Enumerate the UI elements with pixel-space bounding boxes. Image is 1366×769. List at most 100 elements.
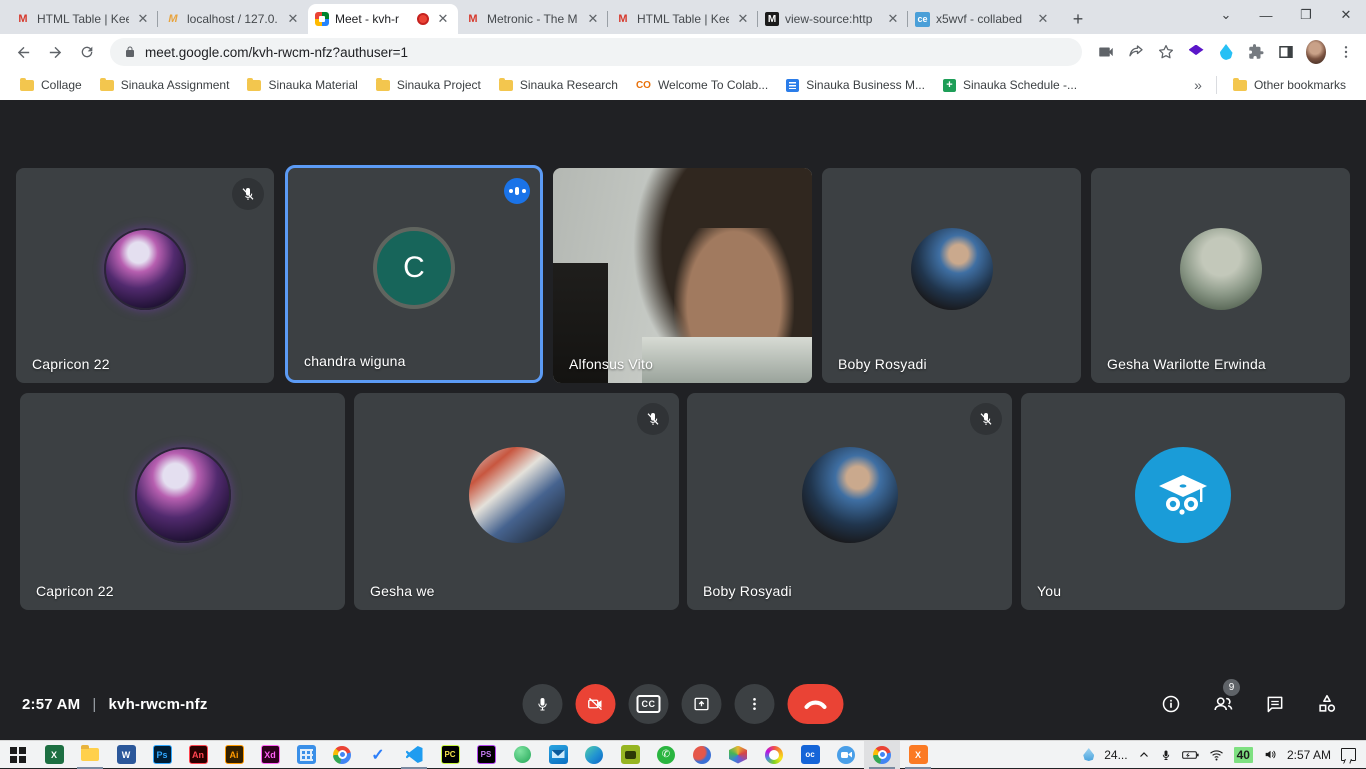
side-panel-icon[interactable] xyxy=(1276,42,1296,62)
participant-tile-capricon22[interactable]: Capricon 22 xyxy=(16,168,274,383)
end-call-button[interactable] xyxy=(788,684,844,724)
taskbar-calendar-app[interactable] xyxy=(288,741,324,769)
tab-collabedit[interactable]: ce x5wvf - collabed ✕ xyxy=(908,4,1058,34)
taskbar-green-app[interactable] xyxy=(504,741,540,769)
tab-html-table-2[interactable]: M HTML Table | Kee ✕ xyxy=(608,4,758,34)
taskbar-vscode[interactable] xyxy=(396,741,432,769)
taskbar-file-explorer[interactable] xyxy=(72,741,108,769)
tab-meet-active[interactable]: Meet - kvh-r ✕ xyxy=(308,4,458,34)
tab-close-icon[interactable]: ✕ xyxy=(885,11,901,27)
taskbar-oc-app[interactable]: oc xyxy=(792,741,828,769)
weather-temp[interactable]: 24... xyxy=(1104,748,1127,762)
bookmark-sinauka-project[interactable]: Sinauka Project xyxy=(368,74,489,96)
weather-drop-icon[interactable] xyxy=(1083,748,1094,761)
wifi-icon[interactable] xyxy=(1209,749,1224,761)
taskbar-color-wheel-app[interactable] xyxy=(756,741,792,769)
microphone-button[interactable] xyxy=(523,684,563,724)
bookmarks-overflow-chevron[interactable]: » xyxy=(1188,77,1208,93)
taskbar-adobe-xd[interactable]: Xd xyxy=(252,741,288,769)
divider: | xyxy=(92,696,96,713)
taskbar-edge[interactable] xyxy=(576,741,612,769)
bookmark-sinauka-material[interactable]: Sinauka Material xyxy=(239,74,365,96)
tab-html-table-1[interactable]: M HTML Table | Kee ✕ xyxy=(8,4,158,34)
taskbar-illustrator[interactable]: Ai xyxy=(216,741,252,769)
taskbar-chrome[interactable] xyxy=(324,741,360,769)
participants-button[interactable]: 9 xyxy=(1210,691,1236,717)
tab-close-icon[interactable]: ✕ xyxy=(435,11,451,27)
participant-tile-chandra-speaking[interactable]: C chandra wiguna xyxy=(285,165,543,383)
new-tab-button[interactable]: + xyxy=(1064,5,1092,33)
forward-icon[interactable] xyxy=(42,39,68,65)
participant-tile-you[interactable]: You xyxy=(1021,393,1345,610)
activities-button[interactable] xyxy=(1314,691,1340,717)
reload-icon[interactable] xyxy=(74,39,100,65)
restore-button[interactable]: ❐ xyxy=(1286,0,1326,30)
participant-tile-capricon22-2[interactable]: Capricon 22 xyxy=(20,393,345,610)
camera-off-button[interactable] xyxy=(576,684,616,724)
taskbar-bird-app[interactable] xyxy=(684,741,720,769)
participant-tile-gesha-1[interactable]: Gesha Warilotte Erwinda xyxy=(1091,168,1350,383)
bookmark-sinauka-business[interactable]: Sinauka Business M... xyxy=(778,74,933,96)
tray-mic-icon[interactable] xyxy=(1160,748,1172,762)
start-button[interactable] xyxy=(0,741,36,769)
taskbar-screen-recorder[interactable] xyxy=(612,741,648,769)
taskbar-xampp[interactable]: X xyxy=(900,741,936,769)
captions-button[interactable]: CC xyxy=(629,684,669,724)
back-icon[interactable] xyxy=(10,39,36,65)
volume-icon[interactable] xyxy=(1263,748,1277,761)
taskbar-mail[interactable] xyxy=(540,741,576,769)
other-bookmarks[interactable]: Other bookmarks xyxy=(1225,74,1354,96)
bookmark-sinauka-schedule[interactable]: Sinauka Schedule -... xyxy=(935,74,1085,96)
taskbar-whatsapp[interactable]: ✆ xyxy=(648,741,684,769)
browser-menu-kebab-icon[interactable] xyxy=(1336,42,1356,62)
present-button[interactable] xyxy=(682,684,722,724)
chat-button[interactable] xyxy=(1262,691,1288,717)
tab-close-icon[interactable]: ✕ xyxy=(735,11,751,27)
tray-clock[interactable]: 2:57 AM xyxy=(1287,748,1331,762)
taskbar-chrome-active[interactable] xyxy=(864,741,900,769)
taskbar-check-app[interactable]: ✓ xyxy=(360,741,396,769)
taskbar-pycharm[interactable]: PC xyxy=(432,741,468,769)
participant-tile-gesha-we[interactable]: Gesha we xyxy=(354,393,679,610)
taskbar-zoom-app[interactable] xyxy=(828,741,864,769)
minimize-button[interactable]: — xyxy=(1246,0,1286,30)
hidden-icons-chevron[interactable] xyxy=(1138,749,1150,761)
droplet-extension-icon[interactable] xyxy=(1216,42,1236,62)
extensions-puzzle-icon[interactable] xyxy=(1246,42,1266,62)
address-bar[interactable]: meet.google.com/kvh-rwcm-nfz?authuser=1 xyxy=(110,38,1082,66)
meeting-info-button[interactable] xyxy=(1158,691,1184,717)
tab-close-icon[interactable]: ✕ xyxy=(585,11,601,27)
bookmark-sinauka-research[interactable]: Sinauka Research xyxy=(491,74,626,96)
metronic-favicon: M xyxy=(465,11,481,27)
tab-close-icon[interactable]: ✕ xyxy=(135,11,151,27)
more-options-button[interactable] xyxy=(735,684,775,724)
participant-tile-boby-2[interactable]: Boby Rosyadi xyxy=(687,393,1012,610)
camera-allowed-icon[interactable] xyxy=(1096,42,1116,62)
tab-search-icon[interactable]: ⌄ xyxy=(1206,0,1246,30)
share-icon[interactable] xyxy=(1126,42,1146,62)
tab-localhost[interactable]: M localhost / 127.0. ✕ xyxy=(158,4,308,34)
bookmark-welcome-colab[interactable]: COWelcome To Colab... xyxy=(628,74,776,96)
tab-metronic[interactable]: M Metronic - The M ✕ xyxy=(458,4,608,34)
tab-close-icon[interactable]: ✕ xyxy=(1035,11,1051,27)
bookmark-sinauka-assignment[interactable]: Sinauka Assignment xyxy=(92,74,238,96)
tab-view-source[interactable]: M view-source:http ✕ xyxy=(758,4,908,34)
tab-close-icon[interactable]: ✕ xyxy=(285,11,301,27)
bookmark-star-icon[interactable] xyxy=(1156,42,1176,62)
participant-tile-boby-1[interactable]: Boby Rosyadi xyxy=(822,168,1081,383)
taskbar-hexagon-app[interactable] xyxy=(720,741,756,769)
close-window-button[interactable]: ✕ xyxy=(1326,0,1366,30)
action-center-icon[interactable] xyxy=(1341,748,1356,761)
taskbar-photoshop[interactable]: Ps xyxy=(144,741,180,769)
battery-icon[interactable] xyxy=(1182,749,1199,761)
taskbar-phpstorm[interactable]: PS xyxy=(468,741,504,769)
profile-avatar[interactable] xyxy=(1306,42,1326,62)
meeting-details[interactable]: 2:57 AM | kvh-rwcm-nfz xyxy=(0,696,208,713)
taskbar-word[interactable]: W xyxy=(108,741,144,769)
battery-percent-badge[interactable]: 40 xyxy=(1234,747,1253,763)
taskbar-animate[interactable]: An xyxy=(180,741,216,769)
gem-extension-icon[interactable] xyxy=(1186,42,1206,62)
participant-tile-alfonsus[interactable]: Alfonsus Vito xyxy=(553,168,812,383)
bookmark-collage[interactable]: Collage xyxy=(12,74,90,96)
taskbar-excel[interactable]: X xyxy=(36,741,72,769)
